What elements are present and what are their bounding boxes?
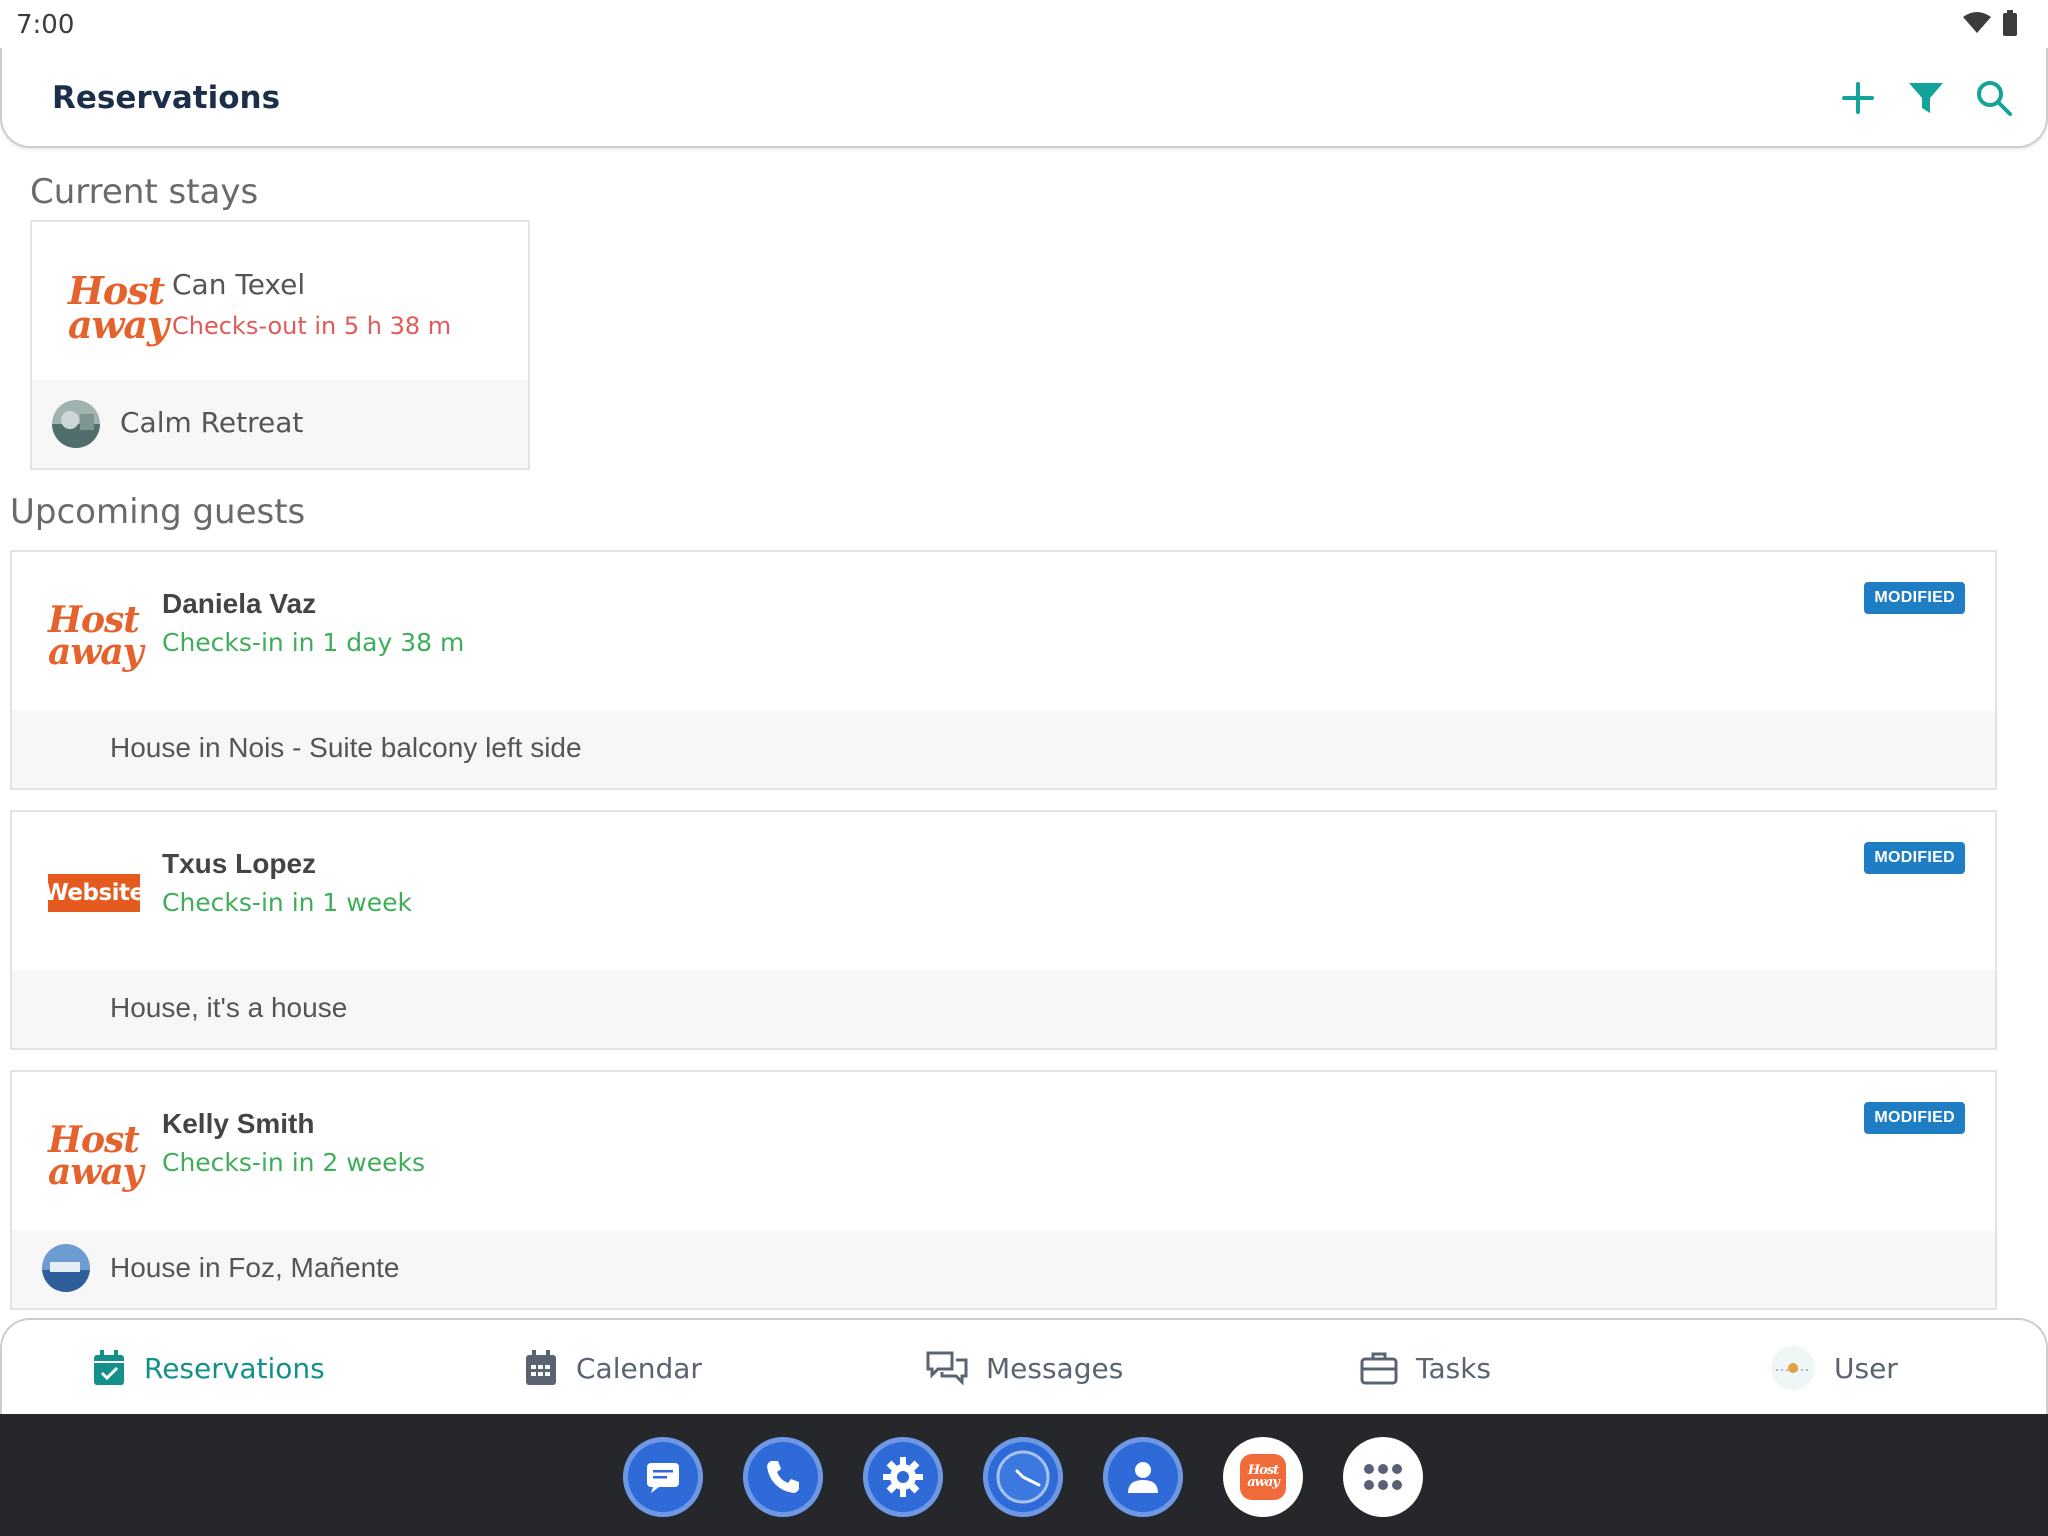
- wifi-icon: [1963, 12, 1991, 33]
- person-icon: [1128, 1462, 1158, 1493]
- nav-calendar-label: Calendar: [576, 1351, 702, 1385]
- calendar-check-icon: [94, 1350, 124, 1385]
- checkout-status: Checks-out in 5 h 38 m: [172, 312, 452, 340]
- user-avatar-icon: [1771, 1346, 1815, 1390]
- search-icon: [1977, 81, 2012, 116]
- briefcase-icon: [1360, 1352, 1398, 1385]
- upcoming-guests-heading: Upcoming guests: [10, 492, 306, 532]
- nav-user[interactable]: User: [1770, 1320, 1898, 1416]
- reservation-card[interactable]: Host away Kelly Smith Checks-in in 2 wee…: [10, 1070, 1997, 1310]
- reservation-card[interactable]: Host away Daniela Vaz Checks-in in 1 day…: [10, 550, 1997, 790]
- nav-calendar[interactable]: Calendar: [524, 1320, 702, 1416]
- gear-icon: [883, 1457, 923, 1497]
- clock-icon: [996, 1450, 1050, 1504]
- modified-badge: MODIFIED: [1864, 582, 1965, 614]
- hostaway-logo-text: Host away: [48, 1119, 144, 1194]
- guest-name: Can Texel: [172, 268, 306, 301]
- checkin-status: Checks-in in 1 day 38 m: [162, 628, 465, 657]
- website-logo: Website: [43, 874, 145, 912]
- hostaway-logo: Host away: [48, 599, 148, 674]
- nav-messages[interactable]: Messages: [926, 1320, 1123, 1416]
- bottom-navigation: Reservations Calendar Messages Tasks Use…: [0, 1318, 2048, 1414]
- nav-reservations[interactable]: Reservations: [92, 1320, 325, 1416]
- guest-name: Kelly Smith: [162, 1108, 315, 1139]
- guest-name: Txus Lopez: [162, 848, 317, 879]
- dock-contacts-app[interactable]: [1103, 1437, 1183, 1517]
- status-icons: [1962, 10, 2018, 36]
- filter-icon: [1909, 83, 1943, 113]
- hostaway-logo-text: Host away: [68, 268, 169, 348]
- property-name: House, it's a house: [110, 992, 348, 1023]
- nav-tasks-label: Tasks: [1416, 1351, 1492, 1385]
- checkin-status: Checks-in in 1 week: [162, 888, 412, 917]
- status-time: 7:00: [16, 10, 75, 40]
- nav-tasks[interactable]: Tasks: [1360, 1320, 1491, 1416]
- dock-clock-app[interactable]: [983, 1437, 1063, 1517]
- status-bar: 7:00: [0, 0, 2048, 48]
- hostaway-logo: Host away: [48, 1119, 148, 1194]
- app-actions: [1836, 76, 2016, 120]
- app-bar: Reservations: [0, 48, 2048, 148]
- hostaway-logo-text: Host away: [48, 599, 144, 674]
- dock-hostaway-app[interactable]: Host away: [1223, 1437, 1303, 1517]
- apps-grid-icon: [1364, 1464, 1402, 1490]
- hostaway-logo: Host away: [68, 268, 169, 348]
- guest-name: Daniela Vaz: [162, 588, 317, 619]
- dock-settings-app[interactable]: [863, 1437, 943, 1517]
- modified-badge: MODIFIED: [1864, 842, 1965, 874]
- current-stays-heading: Current stays: [30, 172, 259, 212]
- search-button[interactable]: [1972, 76, 2016, 120]
- property-row: House in Nois - Suite balcony left side: [12, 710, 1995, 788]
- message-icon: [647, 1463, 679, 1493]
- property-name: House in Foz, Mañente: [110, 1252, 400, 1283]
- property-row: House, it's a house: [12, 970, 1995, 1048]
- nav-reservations-label: Reservations: [144, 1351, 325, 1385]
- property-thumbnail: [52, 400, 100, 448]
- hostaway-app-icon-text: Host away: [1247, 1463, 1280, 1490]
- nav-messages-label: Messages: [986, 1351, 1124, 1385]
- dock-phone-app[interactable]: [743, 1437, 823, 1517]
- property-thumbnail: [42, 1244, 90, 1292]
- property-row: House in Foz, Mañente: [12, 1230, 1995, 1308]
- calendar-icon: [526, 1350, 556, 1385]
- battery-icon: [2003, 10, 2017, 36]
- dock-messages-app[interactable]: [623, 1437, 703, 1517]
- page-title: Reservations: [52, 80, 281, 116]
- current-stay-card[interactable]: Host away Can Texel Checks-out in 5 h 38…: [30, 220, 530, 470]
- hostaway-app-icon: Host away: [1240, 1454, 1286, 1500]
- reservation-card[interactable]: Website Txus Lopez Checks-in in 1 week M…: [10, 810, 1997, 1050]
- property-row: Calm Retreat: [32, 380, 528, 468]
- checkin-status: Checks-in in 2 weeks: [162, 1148, 425, 1177]
- dock-app-drawer[interactable]: [1343, 1437, 1423, 1517]
- modified-badge: MODIFIED: [1864, 1102, 1965, 1134]
- property-name: Calm Retreat: [120, 406, 304, 439]
- filter-button[interactable]: [1904, 76, 1948, 120]
- chat-icon: [926, 1351, 968, 1386]
- property-name: House in Nois - Suite balcony left side: [110, 732, 582, 763]
- add-button[interactable]: [1836, 76, 1880, 120]
- plus-icon: [1842, 82, 1874, 114]
- phone-icon: [767, 1461, 799, 1493]
- nav-user-label: User: [1834, 1351, 1898, 1385]
